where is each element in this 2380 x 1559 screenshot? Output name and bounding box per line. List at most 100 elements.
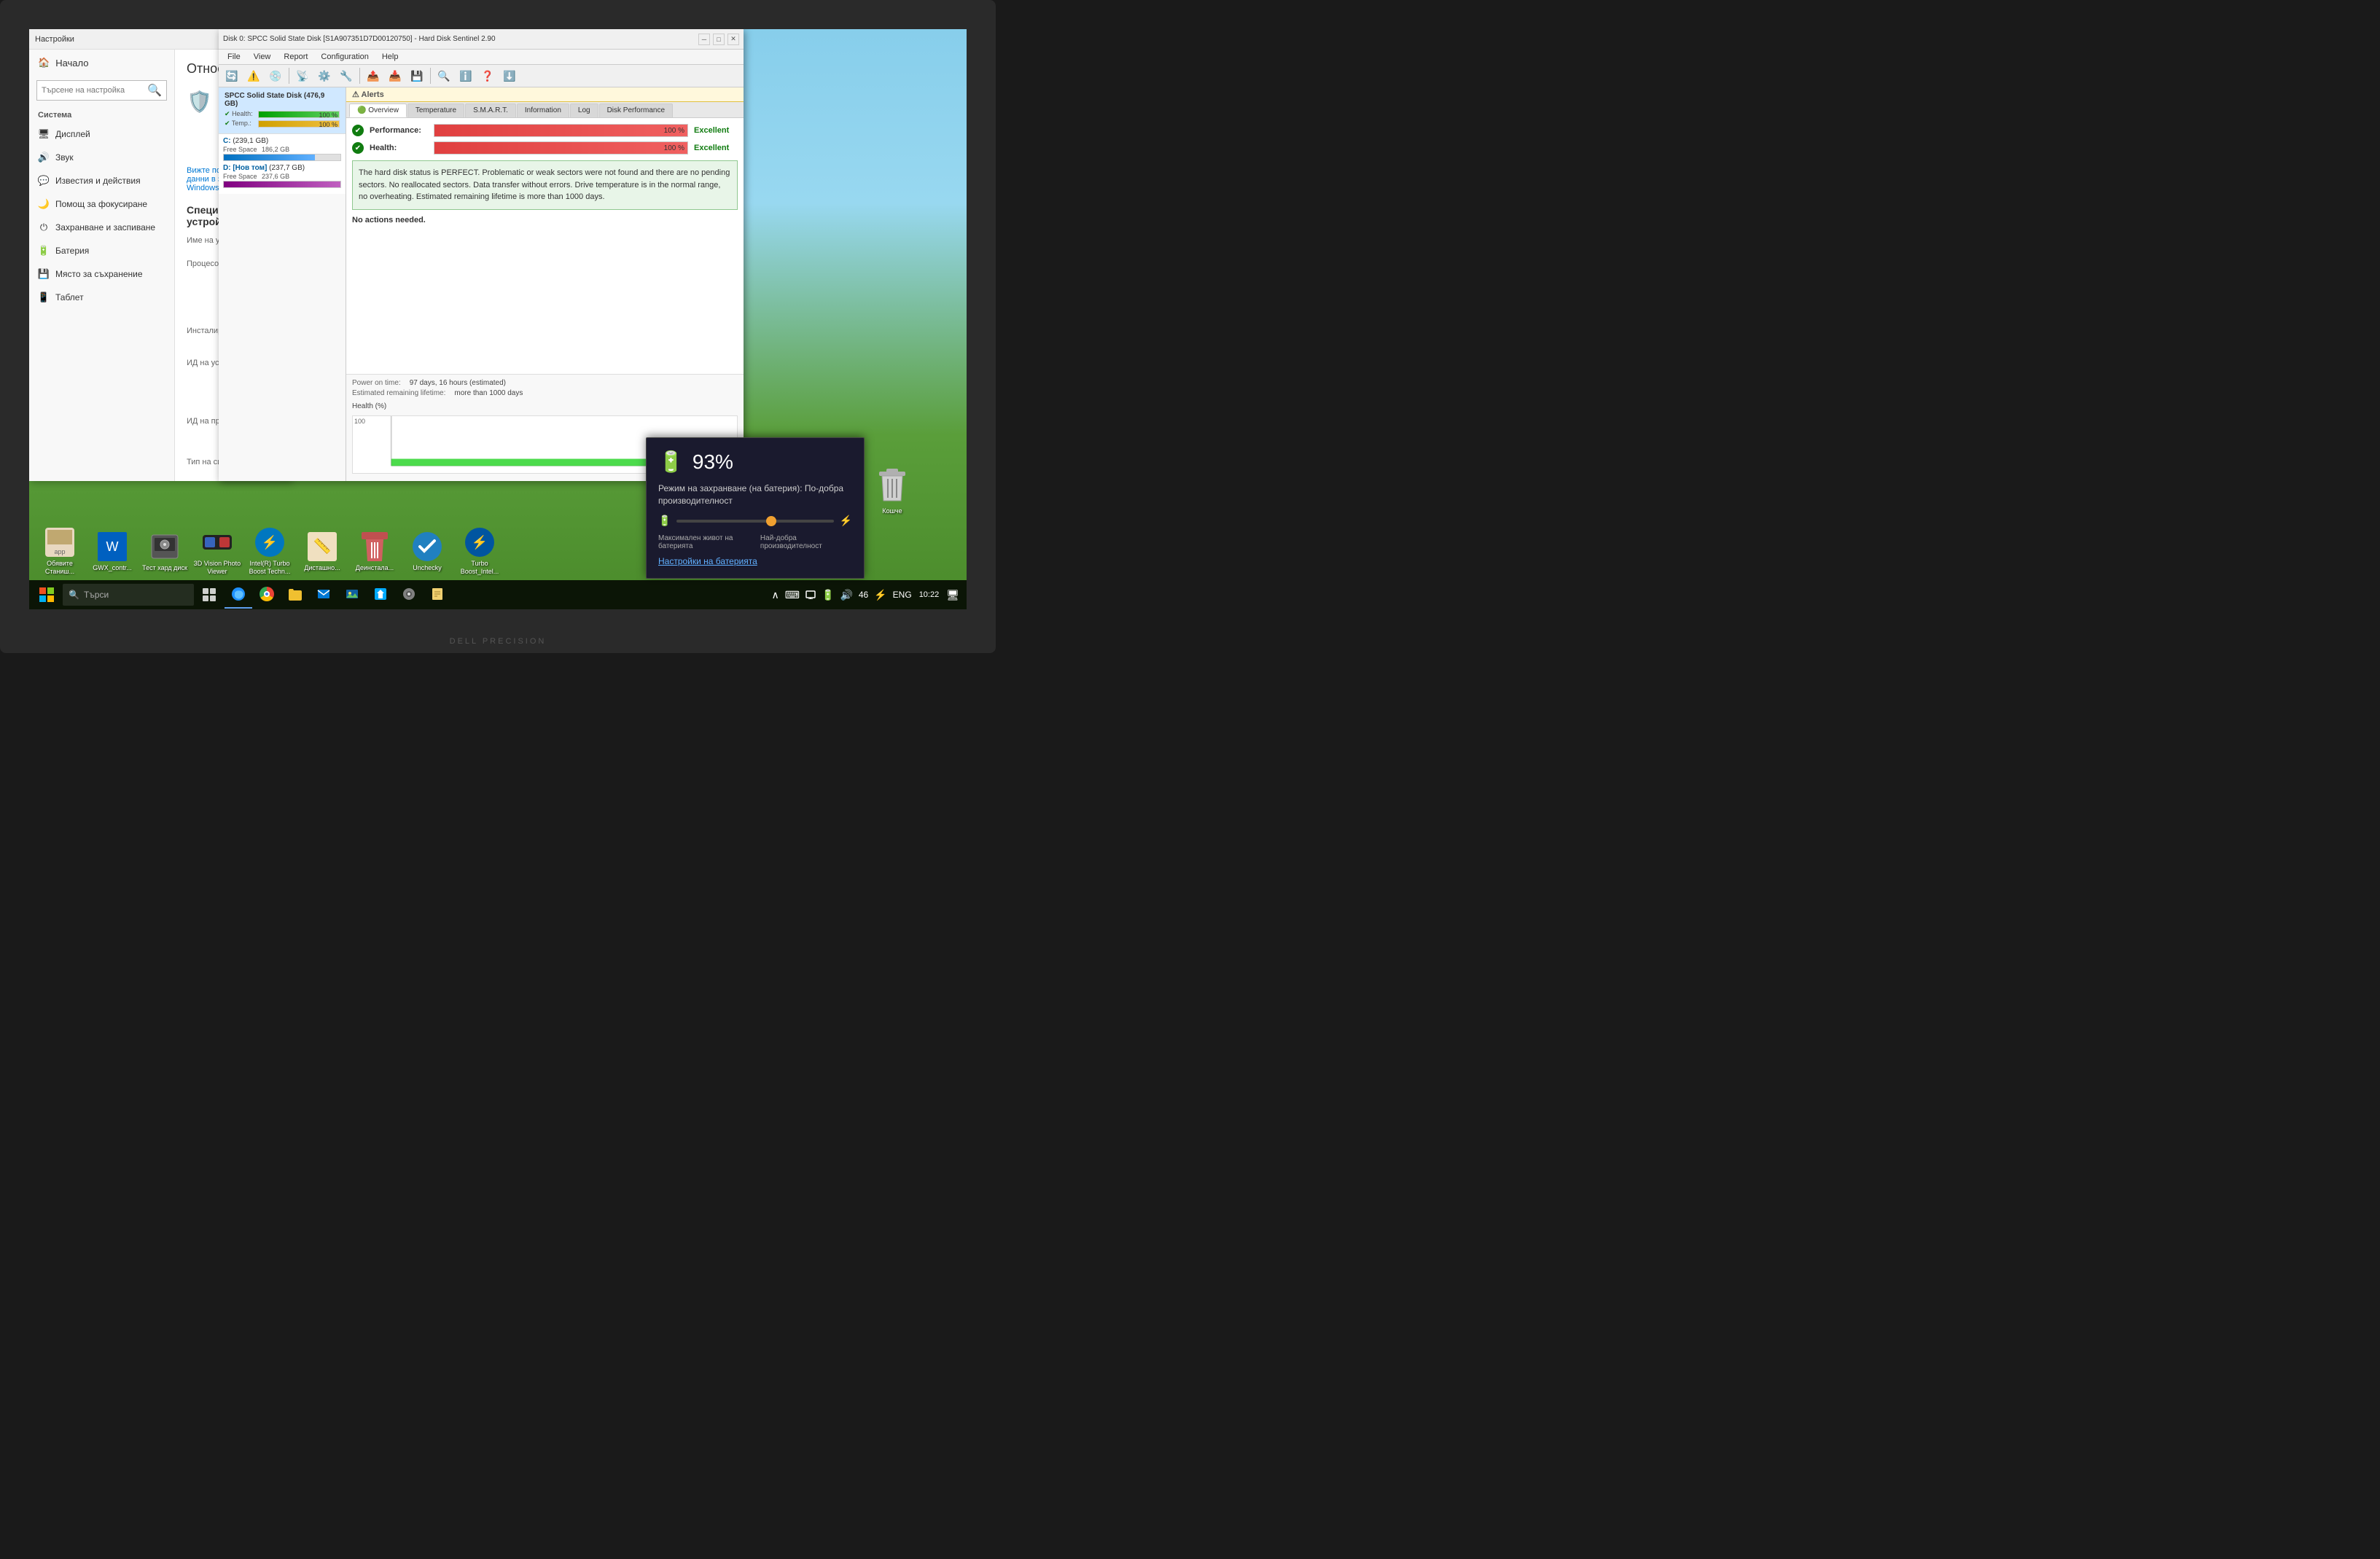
tray-icon-tablet[interactable]: ⌨ [784, 587, 801, 603]
tray-icon-network[interactable] [804, 587, 817, 603]
app-gwx[interactable]: W GWX_contr... [87, 531, 137, 572]
taskbar-app-chrome[interactable] [253, 581, 281, 609]
hdd-minimize-button[interactable]: ─ [698, 34, 710, 45]
tab-info[interactable]: Information [517, 103, 569, 117]
test-hd-icon [149, 531, 181, 563]
nav-focus[interactable]: 🌙 Помощ за фокусиране [29, 192, 174, 216]
vol-c-size: (239,1 GB) [233, 137, 268, 145]
taskbar-app-store[interactable] [367, 581, 394, 609]
app-turbo2[interactable]: ⚡ Turbo Boost_Intel... [455, 526, 504, 576]
health-bar: 100 % [258, 111, 340, 118]
nav-storage[interactable]: 💾 Място за съхранение [29, 262, 174, 286]
distance-label: Дисташно... [304, 564, 340, 572]
app-obqvi[interactable]: app Обявите Станиш... [35, 526, 85, 576]
toolbar-disk[interactable]: 💿 [265, 66, 286, 85]
toolbar-export[interactable]: 📤 [363, 66, 383, 85]
search-input[interactable] [42, 86, 147, 95]
tray-icon-battery[interactable]: 🔋 [820, 587, 835, 603]
hdd-right-panel: ⚠ Alerts 🟢 Overview Temperature [346, 87, 744, 481]
app-turbo-boost[interactable]: ⚡ Intel(R) Turbo Boost Techn... [245, 526, 294, 576]
deinstall-label: Деинстала... [356, 564, 394, 572]
toolbar-wifi[interactable]: 📡 [292, 66, 313, 85]
disk-item-ssd[interactable]: SPCC Solid State Disk (476,9 GB) ✔ Healt… [219, 87, 346, 134]
lifetime-value: more than 1000 days [454, 389, 523, 397]
health-bar-container: 100 % [434, 141, 688, 155]
tab-temperature[interactable]: Temperature [407, 103, 464, 117]
hdd-menu-report[interactable]: Report [278, 51, 313, 63]
toolbar-search[interactable]: 🔍 [434, 66, 454, 85]
hdd-menu-config[interactable]: Configuration [315, 51, 374, 63]
tray-charging-icon: ⚡ [873, 587, 888, 603]
nav-tablet[interactable]: 📱 Таблет [29, 286, 174, 309]
performance-row: ✔ Performance: 100 % Excellent [352, 124, 738, 137]
alerts-icon: ⚠ [352, 90, 359, 99]
toolbar-alert[interactable]: ⚠️ [243, 66, 264, 85]
tray-time[interactable]: 10:22 [916, 590, 943, 600]
vol-c-bar-fill [224, 155, 315, 160]
tray-icon-volume[interactable]: 🔊 [838, 587, 854, 603]
recycle-bin[interactable]: Кошче [876, 467, 908, 515]
storage-label: Място за съхранение [55, 269, 143, 279]
perf-result: Excellent [694, 126, 738, 135]
settings-search[interactable]: 🔍 [36, 80, 167, 101]
taskbar-app-notes[interactable] [424, 581, 451, 609]
app-test-hd[interactable]: Тест хард диск [140, 531, 190, 572]
toolbar-help[interactable]: ❓ [477, 66, 498, 85]
toolbar-import[interactable]: 📥 [385, 66, 405, 85]
hdd-maximize-button[interactable]: □ [713, 34, 725, 45]
hdd-content: ✔ Performance: 100 % Excellent ✔ Health: [346, 118, 744, 374]
app-3dvision[interactable]: 3D Vision Photo Viewer [192, 526, 242, 576]
tray-lang[interactable]: ENG [891, 588, 913, 601]
tab-log[interactable]: Log [570, 103, 598, 117]
power-on-label: Power on time: [352, 379, 401, 387]
free-label-c: Free Space [223, 146, 257, 153]
app-deinstall[interactable]: Деинстала... [350, 531, 399, 572]
tray-notification-icon[interactable]: 🖥 [945, 587, 961, 603]
svg-text:app: app [54, 548, 65, 555]
battery-settings-link[interactable]: Настройки на батерията [658, 556, 852, 566]
focus-icon: 🌙 [38, 198, 50, 210]
toolbar-update[interactable]: ⬇️ [499, 66, 520, 85]
hdd-menu-view[interactable]: View [248, 51, 277, 63]
footer-row-1: Power on time: 97 days, 16 hours (estima… [352, 379, 738, 387]
settings-home-nav[interactable]: 🏠 Начало [29, 50, 174, 76]
taskbar-search[interactable]: 🔍 Търси [63, 584, 194, 606]
notifications-icon: 💬 [38, 175, 50, 187]
tab-smart[interactable]: S.M.A.R.T. [465, 103, 516, 117]
nav-display[interactable]: 🖥 Дисплей [29, 122, 174, 146]
toolbar-refresh[interactable]: 🔄 [222, 66, 242, 85]
toolbar-save[interactable]: 💾 [407, 66, 427, 85]
footer-row-2: Estimated remaining lifetime: more than … [352, 389, 738, 397]
start-button[interactable] [32, 580, 61, 609]
hdd-menu-file[interactable]: File [222, 51, 246, 63]
hdd-menu-help[interactable]: Help [376, 51, 405, 63]
app-distance[interactable]: 📏 Дисташно... [297, 531, 347, 572]
battery-slider[interactable] [676, 520, 833, 523]
temp-bar: 100 % [258, 120, 340, 128]
edge-icon [231, 587, 246, 601]
nav-power[interactable]: ⏻ Захранване и заспиване [29, 216, 174, 239]
hdd-close-button[interactable]: ✕ [727, 34, 739, 45]
tray-expand-icon[interactable]: ∧ [770, 587, 781, 603]
nav-battery[interactable]: 🔋 Батерия [29, 239, 174, 262]
tab-overview[interactable]: 🟢 Overview [349, 103, 407, 117]
hdd-disk-list: SPCC Solid State Disk (476,9 GB) ✔ Healt… [219, 87, 346, 481]
home-label: Начало [55, 58, 88, 69]
app-unchecky[interactable]: Unchecky [402, 531, 452, 572]
nav-notifications[interactable]: 💬 Известия и действия [29, 169, 174, 192]
toolbar-info[interactable]: ℹ️ [456, 66, 476, 85]
toolbar-settings[interactable]: ⚙️ [314, 66, 335, 85]
toolbar-sep-2 [359, 68, 360, 84]
nav-sound[interactable]: 🔊 Звук [29, 146, 174, 169]
taskbar-app-photo[interactable] [338, 581, 366, 609]
taskbar-app-folder[interactable] [281, 581, 309, 609]
taskbar-app-mail[interactable] [310, 581, 338, 609]
task-view-icon [203, 588, 216, 601]
tablet-label: Таблет [55, 292, 84, 302]
tab-perf[interactable]: Disk Performance [599, 103, 673, 117]
task-view-button[interactable] [195, 581, 223, 609]
taskbar-app-settings[interactable] [395, 581, 423, 609]
toolbar-tools[interactable]: 🔧 [336, 66, 356, 85]
taskbar-app-edge[interactable] [225, 581, 252, 609]
free-value-d: 237,6 GB [262, 173, 289, 180]
